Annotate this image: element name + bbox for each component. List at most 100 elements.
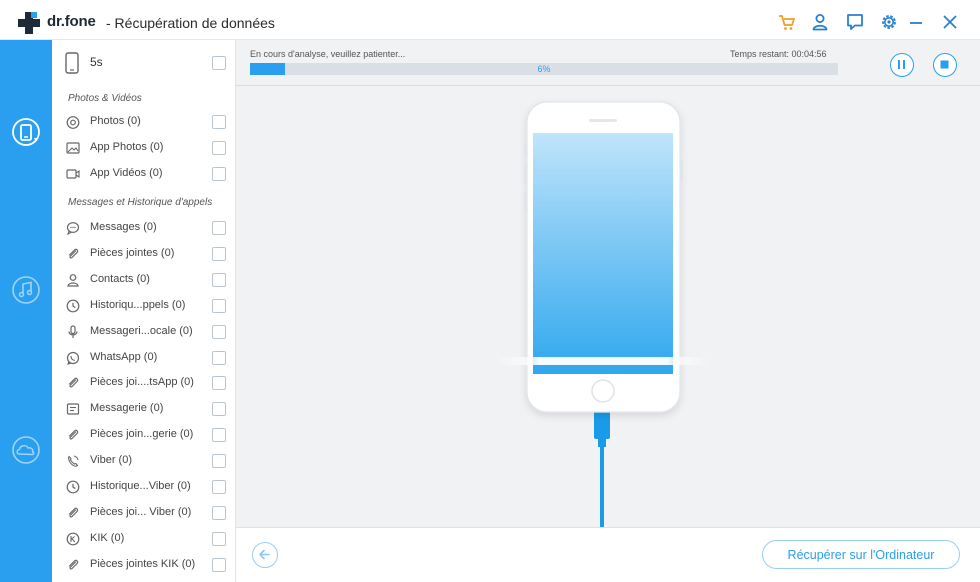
category-item[interactable]: Pièces joi....tsApp (0)	[52, 371, 236, 395]
image-icon	[66, 142, 80, 154]
mode-rail	[0, 40, 52, 582]
category-item[interactable]: Messageri...ocale (0)	[52, 320, 236, 344]
pause-button[interactable]	[890, 53, 914, 77]
feedback-icon[interactable]	[845, 12, 865, 32]
camera-icon	[66, 116, 80, 129]
category-item-label: Pièces join...gerie (0)	[90, 428, 194, 441]
category-item-checkbox[interactable]	[212, 350, 226, 365]
icloud-recovery-icon[interactable]	[10, 434, 42, 466]
stop-button[interactable]	[933, 53, 957, 77]
category-item-checkbox[interactable]	[212, 376, 226, 391]
category-item[interactable]: Pièces jointes KIK (0)	[52, 553, 236, 577]
brand-name: dr.fone	[47, 13, 96, 30]
kik-icon	[66, 532, 80, 546]
category-item-label: Contacts (0)	[90, 272, 150, 285]
category-item[interactable]: Contacts (0)	[52, 268, 236, 292]
category-item[interactable]: App Photos (0)	[52, 136, 236, 160]
category-item[interactable]: Pièces join...gerie (0)	[52, 423, 236, 447]
device-row[interactable]: 5s	[52, 48, 236, 78]
drfone-logo-icon	[18, 12, 40, 34]
category-item[interactable]: KIK (0)	[52, 527, 236, 551]
category-item[interactable]: Messagerie (0)	[52, 397, 236, 421]
device-name: 5s	[90, 55, 103, 69]
scan-progress-bar: 6%	[250, 63, 838, 75]
viber-icon	[68, 455, 79, 467]
attachment-icon	[68, 429, 79, 440]
category-item[interactable]: Pièces jointes (0)	[52, 242, 236, 266]
category-item-checkbox[interactable]	[212, 246, 226, 261]
settings-icon[interactable]	[879, 12, 899, 32]
itunes-recovery-icon[interactable]	[10, 274, 42, 306]
remaining-time-text: Temps restant: 00:04:56	[730, 49, 827, 59]
category-item-label: Pièces jointes (0)	[90, 246, 175, 259]
category-item-label: App Vidéos (0)	[90, 166, 163, 179]
arrow-left-icon	[259, 549, 270, 560]
category-item-checkbox[interactable]	[212, 505, 226, 520]
category-item-checkbox[interactable]	[212, 402, 226, 417]
note-icon	[66, 403, 80, 415]
device-checkbox[interactable]	[212, 56, 226, 70]
close-icon[interactable]	[940, 12, 960, 32]
category-item-checkbox[interactable]	[212, 480, 226, 494]
category-item-checkbox[interactable]	[212, 531, 226, 546]
category-item-checkbox[interactable]	[212, 166, 226, 181]
category-item[interactable]: Pièces joi... Viber (0)	[52, 501, 236, 525]
cart-icon[interactable]	[777, 12, 797, 32]
category-item-checkbox[interactable]	[212, 221, 226, 235]
section-title-photos: Photos & Vidéos	[68, 93, 142, 104]
category-item[interactable]: Photos (0)	[52, 110, 236, 134]
iphone-illustration	[496, 101, 710, 527]
category-item-label: WhatsApp (0)	[90, 350, 158, 363]
attachment-icon	[68, 378, 79, 388]
category-item-checkbox[interactable]	[212, 324, 226, 339]
category-item-checkbox[interactable]	[212, 428, 226, 443]
category-item-checkbox[interactable]	[212, 272, 226, 287]
device-illustration-area	[236, 87, 980, 527]
stop-icon	[940, 60, 949, 69]
section-title-messages: Messages et Historique d'appels	[68, 197, 213, 208]
category-item-checkbox[interactable]	[212, 454, 226, 469]
recover-to-computer-button[interactable]: Récupérer sur l'Ordinateur	[762, 540, 960, 569]
category-item-label: Pièces jointes KIK (0)	[90, 557, 196, 570]
device-recovery-icon[interactable]	[10, 116, 42, 148]
category-item-label: Messagerie (0)	[90, 402, 164, 415]
clock-icon	[66, 480, 80, 494]
category-item-checkbox[interactable]	[212, 298, 226, 313]
whatsapp-icon	[66, 351, 80, 365]
category-item-label: Pièces joi... Viber (0)	[90, 505, 192, 518]
category-item[interactable]: App Vidéos (0)	[52, 162, 236, 186]
scan-progress-percent: 6%	[537, 64, 551, 74]
phone-icon	[65, 52, 79, 74]
main-area: En cours d'analyse, veuillez patienter..…	[236, 40, 980, 582]
scan-progress-panel: En cours d'analyse, veuillez patienter..…	[236, 40, 980, 86]
category-item-checkbox[interactable]	[212, 115, 226, 129]
attachment-icon	[68, 248, 79, 259]
category-item-label: Historique...Viber (0)	[90, 480, 191, 492]
pause-icon	[898, 60, 905, 69]
category-item-label: App Photos (0)	[90, 140, 164, 153]
category-item-checkbox[interactable]	[212, 557, 226, 572]
attachment-icon	[68, 507, 79, 518]
video-icon	[66, 169, 80, 179]
window-title: - Récupération de données	[106, 15, 275, 31]
scan-status-text: En cours d'analyse, veuillez patienter..…	[250, 49, 406, 59]
message-icon	[66, 222, 80, 235]
user-icon[interactable]	[810, 12, 830, 32]
category-item-checkbox[interactable]	[212, 140, 226, 155]
attachment-icon	[68, 559, 79, 570]
microphone-icon	[68, 324, 78, 338]
category-item-label: Photos (0)	[90, 115, 141, 127]
category-panel: 5s Photos & Vidéos Photos (0) App Photos …	[52, 40, 236, 582]
category-item[interactable]: WhatsApp (0)	[52, 346, 236, 370]
category-item-label: Viber (0)	[90, 454, 132, 467]
category-item-label: Historiqu...ppels (0)	[90, 298, 186, 311]
back-button[interactable]	[252, 542, 278, 568]
category-item-label: Messages (0)	[90, 221, 157, 233]
category-item[interactable]: Historiqu...ppels (0)	[52, 294, 236, 318]
title-bar: dr.fone - Récupération de données	[0, 0, 980, 40]
category-item[interactable]: Viber (0)	[52, 449, 236, 473]
category-item[interactable]: Messages (0)	[52, 216, 236, 240]
minimize-icon[interactable]	[906, 12, 926, 32]
category-item[interactable]: Historique...Viber (0)	[52, 475, 236, 499]
clock-icon	[66, 299, 80, 313]
